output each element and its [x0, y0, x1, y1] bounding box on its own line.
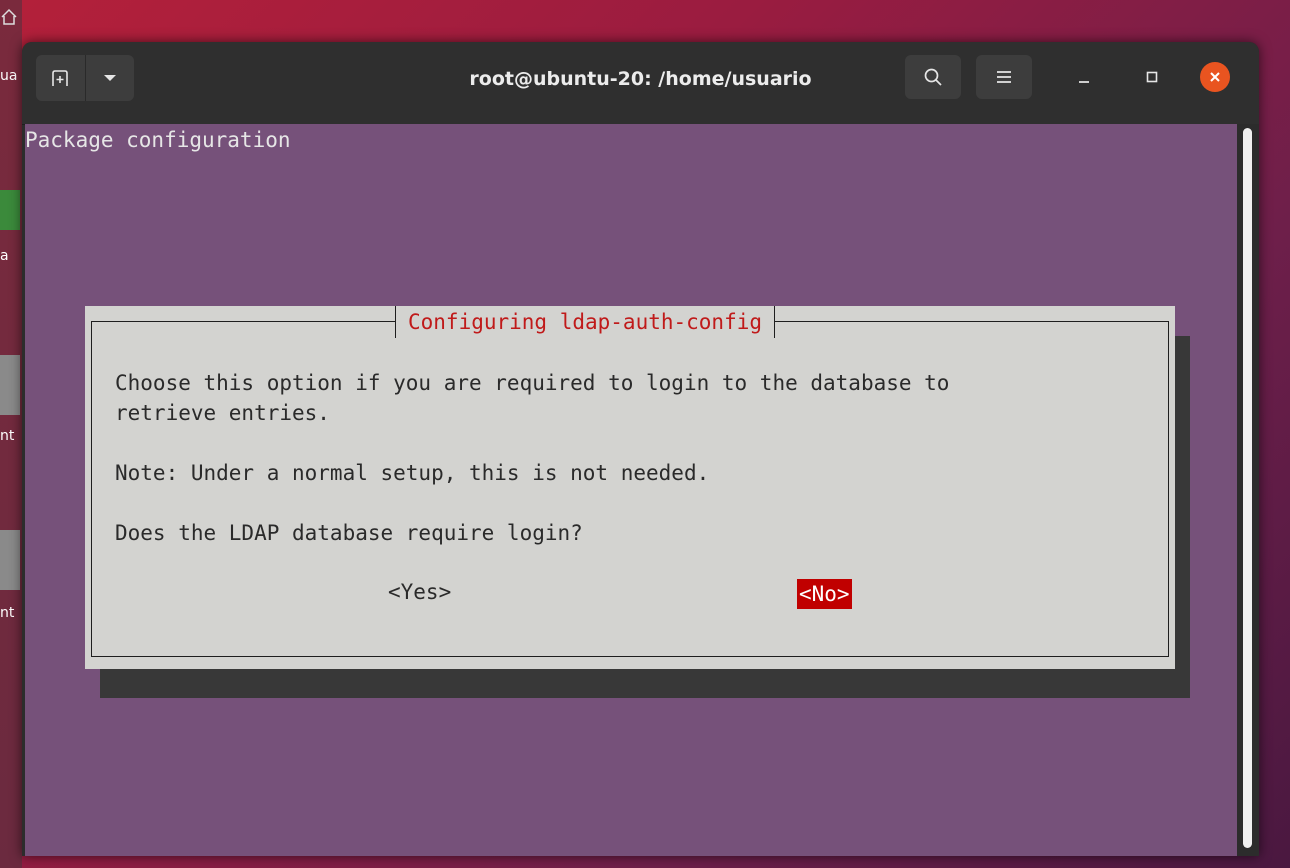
- desktop-label: nt: [0, 428, 15, 444]
- desktop-file-icon[interactable]: [0, 355, 20, 415]
- desktop-label: ua: [0, 68, 18, 84]
- dialog-question: Does the LDAP database require login?: [115, 521, 583, 545]
- scrollbar[interactable]: [1237, 124, 1259, 856]
- search-icon: [924, 68, 942, 86]
- desktop-label: a: [0, 248, 9, 264]
- debconf-dialog: Configuring ldap-auth-config Choose this…: [85, 306, 1175, 669]
- terminal-window: root@ubuntu-20: /home/usuario Package co…: [22, 42, 1259, 856]
- title-bar: root@ubuntu-20: /home/usuario: [22, 42, 1259, 125]
- terminal-body[interactable]: Package configuration Configuring ldap-a…: [25, 124, 1237, 856]
- dialog-title: Configuring ldap-auth-config: [395, 306, 776, 338]
- dialog-description-line-2: retrieve entries.: [115, 401, 330, 425]
- no-button[interactable]: <No>: [797, 579, 852, 609]
- minimize-icon: [1079, 81, 1089, 83]
- dialog-note: Note: Under a normal setup, this is not …: [115, 461, 710, 485]
- hamburger-menu-icon: [997, 71, 1011, 83]
- close-button[interactable]: [1200, 62, 1230, 92]
- menu-button[interactable]: [976, 55, 1032, 99]
- yes-button[interactable]: <Yes>: [388, 580, 451, 604]
- minimize-button[interactable]: [1069, 62, 1099, 92]
- maximize-button[interactable]: [1137, 62, 1167, 92]
- maximize-icon: [1146, 71, 1158, 83]
- desktop-file-icon[interactable]: [0, 530, 20, 590]
- scrollbar-thumb[interactable]: [1243, 128, 1252, 848]
- home-folder-icon[interactable]: [0, 8, 22, 30]
- search-button[interactable]: [905, 55, 961, 99]
- desktop-label: nt: [0, 605, 15, 621]
- desktop-edge: ua a nt nt: [0, 0, 22, 868]
- desktop-app-icon[interactable]: [0, 190, 20, 230]
- package-configuration-header: Package configuration: [25, 128, 291, 152]
- dialog-description-line-1: Choose this option if you are required t…: [115, 371, 950, 395]
- close-icon: [1210, 72, 1220, 82]
